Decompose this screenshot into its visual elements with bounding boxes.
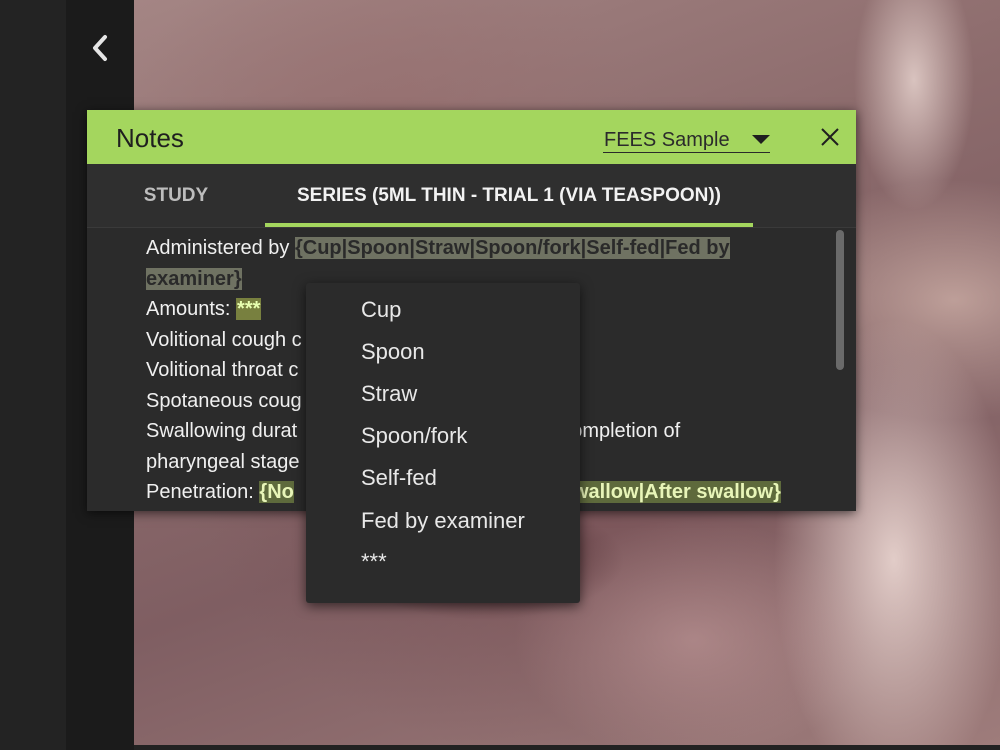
tab-bar: STUDY SERIES (5ML THIN - TRIAL 1 (VIA TE… bbox=[87, 164, 856, 228]
template-select[interactable]: FEES Sample bbox=[603, 126, 770, 153]
choice-field-continued[interactable]: examiner} bbox=[146, 267, 242, 290]
note-text-run: Swallowing durat bbox=[146, 420, 298, 442]
wildcard-field[interactable]: *** bbox=[236, 298, 262, 320]
note-text-run: ompletion of bbox=[571, 420, 681, 442]
penetration-field-end[interactable]: swallow|After swallow} bbox=[561, 481, 781, 503]
caret-down-icon bbox=[752, 135, 770, 144]
scrollbar-thumb[interactable] bbox=[836, 230, 844, 370]
chevron-left-icon bbox=[93, 35, 107, 61]
note-text-run: Amounts: bbox=[146, 298, 237, 320]
choice-field[interactable]: {Cup|Spoon|Straw|Spoon/fork|Self-fed|Fed… bbox=[294, 237, 730, 259]
dropdown-option[interactable]: *** bbox=[361, 549, 387, 575]
choice-dropdown: Cup Spoon Straw Spoon/fork Self-fed Fed … bbox=[306, 283, 580, 603]
notes-header: Notes FEES Sample bbox=[87, 110, 856, 164]
dropdown-option[interactable]: Straw bbox=[361, 381, 417, 407]
tab-series[interactable]: SERIES (5ML THIN - TRIAL 1 (VIA TEASPOON… bbox=[265, 164, 753, 227]
tab-study[interactable]: STUDY bbox=[105, 164, 247, 227]
dropdown-option[interactable]: Spoon/fork bbox=[361, 423, 467, 449]
note-text-run: Penetration: bbox=[146, 481, 260, 503]
dropdown-option[interactable]: Cup bbox=[361, 297, 401, 323]
tab-series-label: SERIES (5ML THIN - TRIAL 1 (VIA TEASPOON… bbox=[296, 185, 721, 206]
close-icon bbox=[821, 128, 839, 146]
close-button[interactable] bbox=[817, 124, 843, 150]
panel-title: Notes bbox=[116, 123, 184, 153]
note-line: Administered by {Cup|Spoon|Straw|Spoon/f… bbox=[146, 233, 796, 264]
back-button[interactable] bbox=[84, 28, 116, 68]
dropdown-option[interactable]: Spoon bbox=[361, 339, 425, 365]
note-text-run: Administered by bbox=[146, 237, 295, 259]
bottom-strip bbox=[134, 745, 1000, 750]
active-tab-indicator bbox=[265, 223, 753, 227]
left-rail bbox=[0, 0, 66, 750]
dropdown-option[interactable]: Fed by examiner bbox=[361, 508, 525, 534]
penetration-field[interactable]: {No bbox=[259, 481, 294, 503]
dropdown-option[interactable]: Self-fed bbox=[361, 465, 437, 491]
template-select-value: FEES Sample bbox=[604, 129, 730, 151]
